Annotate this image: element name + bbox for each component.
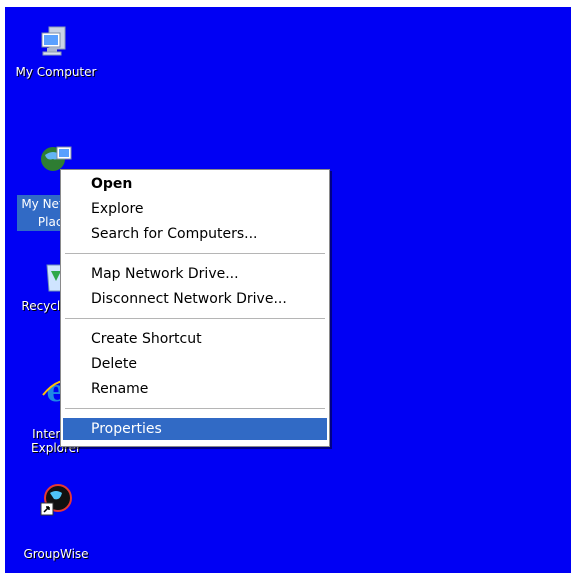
desktop[interactable]: My Computer My Network Places Recycle Bi… (5, 7, 571, 573)
desktop-icon-my-computer[interactable]: My Computer (11, 25, 101, 105)
menu-item-map-network-drive[interactable]: Map Network Drive... (63, 263, 327, 285)
menu-separator (65, 318, 325, 319)
groupwise-icon (39, 483, 73, 517)
context-menu: Open Explore Search for Computers... Map… (60, 169, 330, 447)
menu-separator (65, 253, 325, 254)
menu-item-disconnect-network-drive[interactable]: Disconnect Network Drive... (63, 288, 327, 310)
menu-item-properties[interactable]: Properties (63, 418, 327, 440)
menu-item-delete[interactable]: Delete (63, 353, 327, 375)
my-computer-icon (39, 25, 73, 59)
menu-separator (65, 408, 325, 409)
desktop-icon-groupwise[interactable]: GroupWise (11, 483, 101, 563)
menu-item-open[interactable]: Open (63, 173, 327, 195)
desktop-icon-label: GroupWise (23, 547, 89, 561)
menu-item-explore[interactable]: Explore (63, 198, 327, 220)
menu-item-create-shortcut[interactable]: Create Shortcut (63, 328, 327, 350)
menu-item-rename[interactable]: Rename (63, 378, 327, 400)
desktop-icon-label: My Computer (15, 65, 97, 79)
menu-item-search-computers[interactable]: Search for Computers... (63, 223, 327, 245)
